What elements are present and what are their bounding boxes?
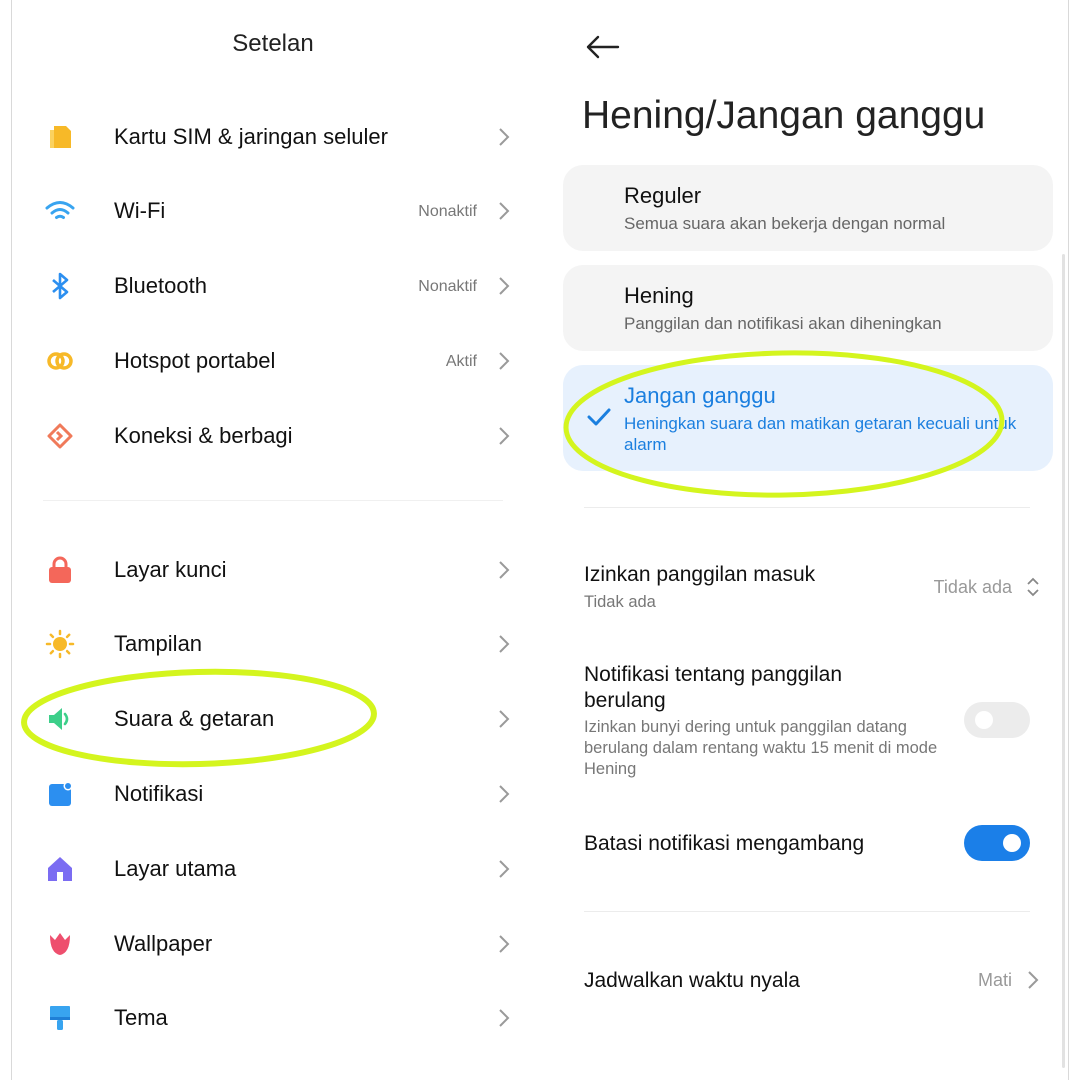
settings-item-label: Notifikasi	[114, 781, 204, 806]
scrollbar[interactable]	[1062, 254, 1065, 1068]
settings-item-sim[interactable]: Kartu SIM & jaringan seluler	[11, 107, 535, 167]
settings-item-lock-screen[interactable]: Layar kunci	[11, 540, 535, 600]
notification-icon	[49, 781, 73, 806]
mode-title: Reguler	[624, 183, 702, 208]
mode-option-regular[interactable]: Reguler Semua suara akan bekerja dengan …	[563, 165, 1053, 251]
home-icon	[48, 857, 72, 881]
settings-item-label: Wallpaper	[114, 931, 213, 956]
repeat-calls-title: Notifikasi tentang panggilan berulang	[584, 663, 843, 712]
speaker-icon	[49, 708, 69, 730]
settings-item-label: Koneksi & berbagi	[114, 423, 293, 448]
chevron-right-icon	[499, 277, 510, 295]
chevron-right-icon	[499, 427, 510, 445]
mode-option-do-not-disturb[interactable]: Jangan ganggu Heningkan suara dan matika…	[563, 365, 1053, 471]
mode-title: Hening	[624, 283, 694, 308]
repeat-calls-toggle[interactable]	[964, 702, 1030, 738]
allow-calls-value[interactable]: Tidak ada	[934, 577, 1012, 598]
chevron-right-icon	[499, 860, 510, 878]
chevron-right-icon	[499, 202, 510, 220]
mode-option-silent[interactable]: Hening Panggilan dan notifikasi akan dih…	[563, 265, 1053, 351]
section-divider	[584, 507, 1030, 508]
limit-floating-title: Batasi notifikasi mengambang	[584, 832, 865, 855]
chevron-right-icon	[499, 785, 510, 803]
share-icon	[47, 423, 73, 449]
settings-item-label: Wi-Fi	[114, 198, 166, 223]
settings-item-label: Hotspot portabel	[114, 348, 276, 373]
settings-item-bluetooth[interactable]: Bluetooth Nonaktif	[11, 256, 535, 316]
page-title: Hening/Jangan ganggu	[582, 94, 986, 137]
chevron-right-icon	[499, 352, 510, 370]
chevron-right-icon	[499, 635, 510, 653]
limit-floating-toggle[interactable]	[964, 825, 1030, 861]
settings-item-label: Bluetooth	[114, 273, 207, 298]
chevron-right-icon	[499, 935, 510, 953]
settings-item-hotspot[interactable]: Hotspot portabel Aktif	[11, 331, 535, 391]
mode-subtitle: Heningkan suara dan matikan getaran kecu…	[624, 414, 1017, 454]
brightness-icon	[45, 629, 75, 659]
theme-brush-icon	[50, 1006, 70, 1030]
settings-item-label: Suara & getaran	[114, 706, 275, 731]
mode-subtitle: Panggilan dan notifikasi akan diheningka…	[624, 314, 942, 333]
hotspot-icon	[47, 352, 73, 370]
wifi-status: Nonaktif	[418, 203, 477, 220]
wallpaper-flower-icon	[50, 933, 70, 955]
mode-subtitle: Semua suara akan bekerja dengan normal	[624, 214, 946, 233]
checkmark-icon	[587, 408, 611, 426]
section-divider	[584, 911, 1030, 912]
settings-item-label: Tema	[114, 1005, 168, 1030]
lock-icon	[49, 556, 71, 583]
settings-panel: Setelan Kartu SIM & jaringan seluler Wi-…	[11, 0, 535, 1080]
settings-title: Setelan	[232, 30, 314, 57]
dropdown-updown-icon[interactable]	[1026, 575, 1040, 599]
hotspot-status: Aktif	[445, 353, 477, 370]
allow-calls-subtitle: Tidak ada	[584, 593, 656, 611]
mode-title: Jangan ganggu	[624, 383, 776, 408]
settings-item-sound-vibration[interactable]: Suara & getaran	[11, 689, 535, 749]
chevron-right-icon	[499, 128, 510, 146]
sim-card-icon	[50, 126, 71, 148]
settings-item-label: Layar utama	[114, 856, 237, 881]
toggle-knob	[1003, 834, 1021, 852]
settings-item-label: Kartu SIM & jaringan seluler	[114, 124, 388, 149]
settings-item-theme[interactable]: Tema	[11, 988, 535, 1048]
settings-item-connection-sharing[interactable]: Koneksi & berbagi	[11, 406, 535, 466]
back-arrow-icon[interactable]	[582, 30, 622, 64]
wifi-icon	[45, 201, 75, 219]
bluetooth-icon	[52, 272, 69, 300]
schedule-title[interactable]: Jadwalkan waktu nyala	[584, 968, 944, 994]
bluetooth-status: Nonaktif	[418, 278, 477, 295]
settings-item-home-screen[interactable]: Layar utama	[11, 839, 535, 899]
section-divider	[43, 500, 503, 501]
settings-item-label: Tampilan	[114, 631, 203, 656]
chevron-right-icon	[499, 561, 510, 579]
settings-item-notifications[interactable]: Notifikasi	[11, 764, 535, 824]
settings-item-label: Layar kunci	[114, 557, 227, 582]
settings-item-display[interactable]: Tampilan	[11, 614, 535, 674]
repeat-calls-subtitle: Izinkan bunyi dering untuk panggilan dat…	[584, 718, 938, 778]
settings-item-wifi[interactable]: Wi-Fi Nonaktif	[11, 181, 535, 241]
settings-item-wallpaper[interactable]: Wallpaper	[11, 914, 535, 974]
frame-right-line	[1068, 0, 1069, 1080]
allow-calls-title[interactable]: Izinkan panggilan masuk	[584, 562, 914, 588]
dnd-panel: Hening/Jangan ganggu Reguler Semua suara…	[560, 0, 1068, 1080]
chevron-right-icon	[499, 710, 510, 728]
schedule-value[interactable]: Mati	[978, 970, 1012, 991]
toggle-knob	[975, 711, 993, 729]
chevron-right-icon	[499, 1009, 510, 1027]
chevron-right-icon[interactable]	[1026, 968, 1040, 992]
